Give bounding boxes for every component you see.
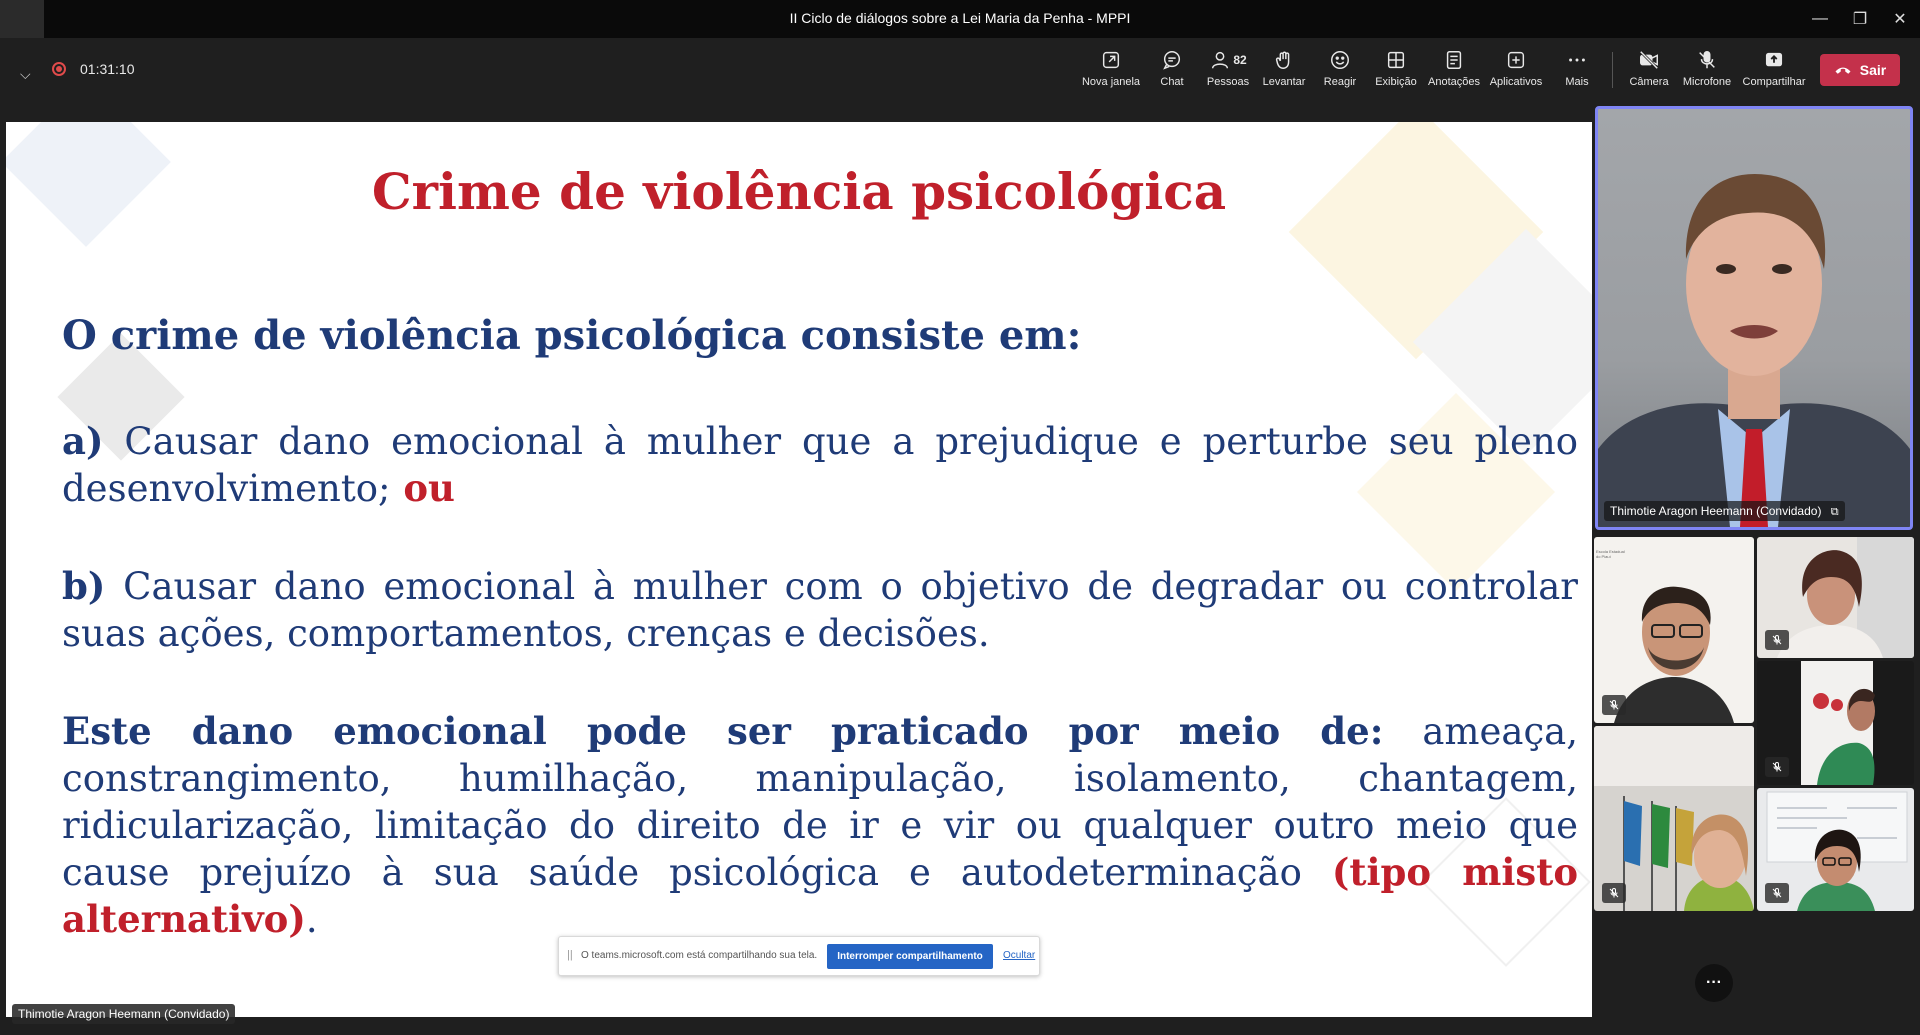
view-button[interactable]: Exibição bbox=[1364, 48, 1428, 94]
toolbar-divider bbox=[1612, 52, 1613, 88]
camera-off-icon bbox=[1638, 48, 1660, 72]
screen-share-bar: || O teams.microsoft.com está compartilh… bbox=[558, 936, 1040, 976]
window-title: II Ciclo de diálogos sobre a Lei Maria d… bbox=[789, 10, 1131, 26]
mic-off-icon bbox=[1772, 888, 1782, 898]
wall-logo-text: Escola Estadual do Piauí bbox=[1596, 549, 1625, 559]
people-button[interactable]: 82 Pessoas bbox=[1196, 48, 1260, 94]
slide-title: Crime de violência psicológica bbox=[371, 162, 1227, 221]
apps-icon bbox=[1505, 48, 1527, 72]
muted-indicator bbox=[1765, 757, 1789, 777]
share-icon bbox=[1763, 48, 1785, 72]
more-participants-button[interactable]: ··· bbox=[1695, 964, 1733, 1002]
drag-handle[interactable]: || bbox=[567, 949, 573, 961]
notes-button[interactable]: Anotações bbox=[1422, 48, 1486, 94]
react-icon bbox=[1329, 48, 1351, 72]
notes-icon bbox=[1443, 48, 1465, 72]
restore-button[interactable]: ❐ bbox=[1842, 6, 1878, 32]
chevron-down-icon[interactable]: ⌵ bbox=[20, 66, 31, 83]
participant-count: 82 bbox=[1233, 53, 1247, 67]
leave-button[interactable]: Sair bbox=[1820, 54, 1900, 86]
minimize-button[interactable]: — bbox=[1802, 6, 1838, 32]
meeting-toolbar: ⌵ 01:31:10 Nova janela Chat 82 Pessoas L… bbox=[0, 38, 1920, 100]
muted-indicator bbox=[1765, 883, 1789, 903]
hide-share-bar-link[interactable]: Ocultar bbox=[1003, 950, 1035, 961]
mic-off-icon bbox=[1609, 888, 1619, 898]
raise-hand-icon bbox=[1273, 48, 1295, 72]
participant-tile[interactable]: Escola Estadual do Piauí bbox=[1594, 537, 1754, 723]
share-button[interactable]: Compartilhar bbox=[1742, 48, 1806, 94]
title-bar: II Ciclo de diálogos sobre a Lei Maria d… bbox=[0, 0, 1920, 70]
raise-hand-button[interactable]: Levantar bbox=[1252, 48, 1316, 94]
close-button[interactable]: ✕ bbox=[1882, 6, 1918, 32]
participant-tile[interactable] bbox=[1757, 788, 1914, 911]
participant-tile[interactable] bbox=[1757, 537, 1914, 658]
presenter-name-tag: Thimotie Aragon Heemann (Convidado) bbox=[12, 1004, 236, 1024]
more-icon bbox=[1566, 48, 1588, 72]
muted-indicator bbox=[1602, 695, 1626, 715]
new-window-icon bbox=[1100, 48, 1122, 72]
mic-off-icon bbox=[1772, 762, 1782, 772]
mic-off-icon bbox=[1696, 48, 1718, 72]
hang-up-icon bbox=[1834, 62, 1852, 78]
meeting-timer: 01:31:10 bbox=[80, 61, 135, 77]
people-icon: 82 bbox=[1209, 48, 1247, 72]
mic-off-icon bbox=[1609, 700, 1619, 710]
slide-item-b: b) Causar dano emocional à mulher com o … bbox=[62, 564, 1578, 655]
view-icon bbox=[1385, 48, 1407, 72]
stop-sharing-button[interactable]: Interromper compartilhamento bbox=[827, 944, 993, 969]
shared-slide: Crime de violência psicológica O crime d… bbox=[6, 122, 1592, 1017]
speaker-figure bbox=[1598, 173, 1910, 527]
participant-tile[interactable] bbox=[1594, 726, 1754, 911]
muted-indicator bbox=[1765, 630, 1789, 650]
screen-share-indicator-icon: ⧉ bbox=[1830, 506, 1839, 518]
camera-button[interactable]: Câmera bbox=[1617, 48, 1681, 94]
recording-icon bbox=[52, 62, 66, 76]
mic-off-icon bbox=[1772, 635, 1782, 645]
react-button[interactable]: Reagir bbox=[1308, 48, 1372, 94]
muted-indicator bbox=[1602, 883, 1626, 903]
microphone-button[interactable]: Microfone bbox=[1675, 48, 1739, 94]
more-button[interactable]: Mais bbox=[1545, 48, 1609, 94]
speaker-name-tag: Thimotie Aragon Heemann (Convidado) ⧉ bbox=[1604, 501, 1845, 521]
chat-button[interactable]: Chat bbox=[1140, 48, 1204, 94]
active-speaker-video[interactable]: Thimotie Aragon Heemann (Convidado) ⧉ bbox=[1595, 106, 1913, 530]
slide-item-a: a) Causar dano emocional à mulher que a … bbox=[62, 419, 1578, 510]
slide-heading: O crime de violência psicológica consist… bbox=[62, 312, 1082, 359]
participant-tile[interactable] bbox=[1757, 661, 1914, 785]
slide-item-c: Este dano emocional pode ser praticado p… bbox=[62, 709, 1578, 941]
chat-icon bbox=[1161, 48, 1183, 72]
share-message: O teams.microsoft.com está compartilhand… bbox=[581, 950, 818, 961]
new-window-button[interactable]: Nova janela bbox=[1079, 48, 1143, 94]
apps-button[interactable]: Aplicativos bbox=[1484, 48, 1548, 94]
